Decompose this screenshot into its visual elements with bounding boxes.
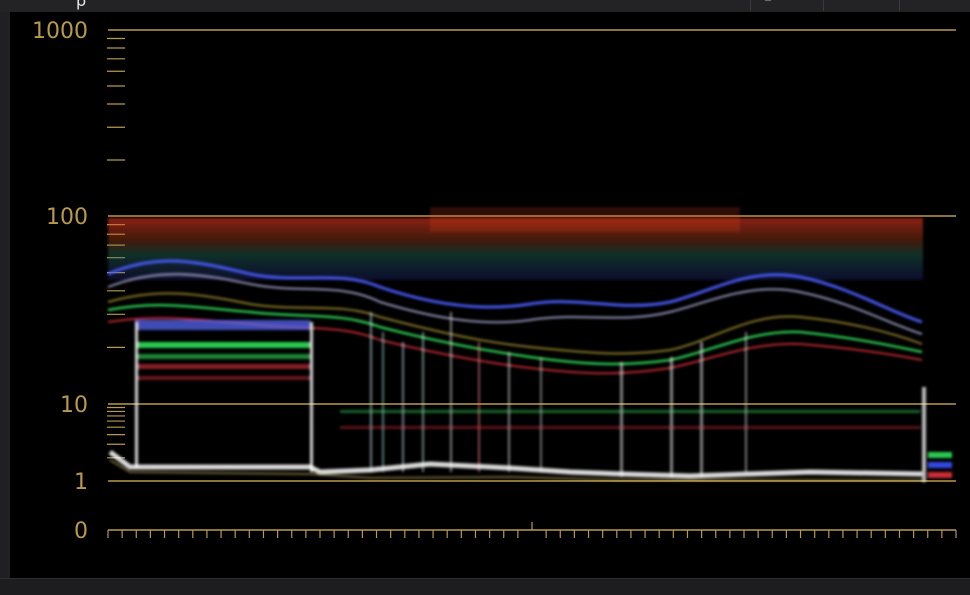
blue-block xyxy=(135,320,310,330)
tab-glyph-icon: ─° xyxy=(765,0,777,7)
y-tick-label-3: 1 xyxy=(74,470,88,495)
header-tab-3[interactable] xyxy=(899,0,970,11)
highlight-peak xyxy=(430,207,740,232)
red-block-2 xyxy=(135,376,310,380)
block-edge-right xyxy=(310,322,313,472)
red-block-1 xyxy=(135,364,310,369)
panel-title-fragment: p xyxy=(76,0,86,10)
green-block-1 xyxy=(135,342,310,348)
header-tab-1[interactable]: ─° xyxy=(750,0,823,11)
block-edge-left xyxy=(135,322,138,467)
waveform-traces xyxy=(107,207,952,482)
y-tick-label-4: 0 xyxy=(74,519,88,544)
waveform-scope: 1000 100 10 1 0 xyxy=(10,12,970,578)
y-tick-label-2: 10 xyxy=(60,393,88,418)
y-tick-label-0: 1000 xyxy=(32,19,88,44)
x-axis-ruler xyxy=(107,522,957,538)
y-tick-label-1: 100 xyxy=(46,205,88,230)
mid-spikes xyxy=(370,312,747,477)
right-edge-spike xyxy=(922,387,926,482)
blue-clip xyxy=(928,462,952,468)
y-axis-labels: 10001001010 xyxy=(32,19,88,544)
red-clip xyxy=(928,472,952,478)
red-low-band xyxy=(340,426,920,429)
panel-footer xyxy=(0,578,970,595)
header-tab-2[interactable] xyxy=(823,0,899,11)
green-clip xyxy=(928,452,952,458)
green-low-band xyxy=(340,410,920,413)
app-window: p ─° 1000 100 10 1 0 xyxy=(0,0,970,595)
green-block-2 xyxy=(135,354,310,359)
waveform-plot: 10001001010 xyxy=(32,19,957,544)
